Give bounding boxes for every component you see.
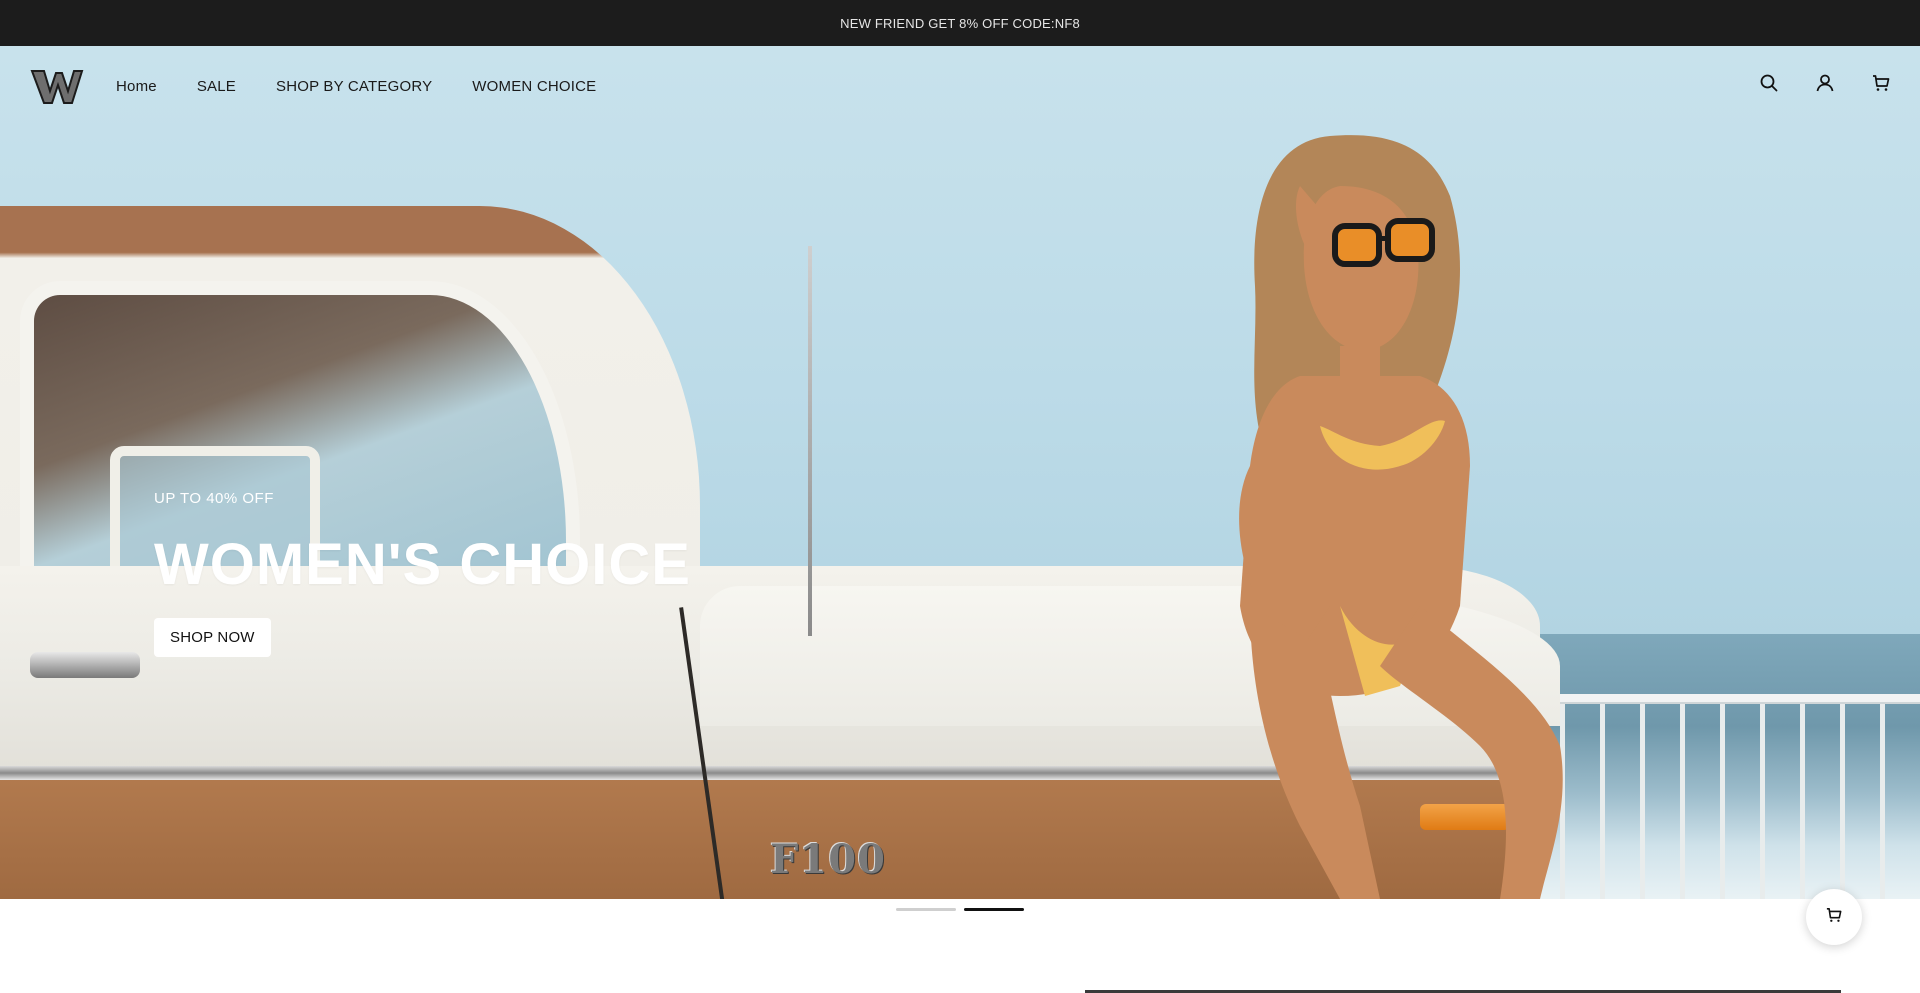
nav-women-choice[interactable]: WOMEN CHOICE [472, 78, 596, 95]
announcement-bar: NEW FRIEND GET 8% OFF CODE:NF8 [0, 0, 1920, 46]
announcement-text: NEW FRIEND GET 8% OFF CODE:NF8 [840, 15, 1080, 31]
search-icon[interactable] [1758, 72, 1780, 94]
model-figure [1239, 135, 1563, 899]
hero-headline: WOMEN'S CHOICE [154, 532, 691, 597]
slide-dot-2[interactable] [964, 908, 1024, 911]
floating-cart-button[interactable] [1806, 889, 1862, 945]
nav-sale[interactable]: SALE [197, 78, 236, 95]
hero-eyebrow: UP TO 40% OFF [154, 490, 274, 507]
cart-icon[interactable] [1870, 72, 1892, 94]
cart-icon [1826, 907, 1842, 928]
slider-pagination [896, 908, 1024, 911]
shop-now-button[interactable]: SHOP NOW [154, 618, 271, 657]
hero-content: UP TO 40% OFF WOMEN'S CHOICE SHOP NOW [154, 490, 691, 657]
w-logo-icon[interactable] [30, 66, 84, 106]
hero-banner: F100 [0, 46, 1920, 899]
header-icons [1758, 72, 1892, 94]
slide-dot-1[interactable] [896, 908, 956, 911]
nav-shop-by-category[interactable]: SHOP BY CATEGORY [276, 78, 432, 95]
nav-home[interactable]: Home [116, 78, 157, 95]
site-header: Home SALE SHOP BY CATEGORY WOMEN CHOICE [0, 46, 1920, 126]
account-icon[interactable] [1814, 72, 1836, 94]
